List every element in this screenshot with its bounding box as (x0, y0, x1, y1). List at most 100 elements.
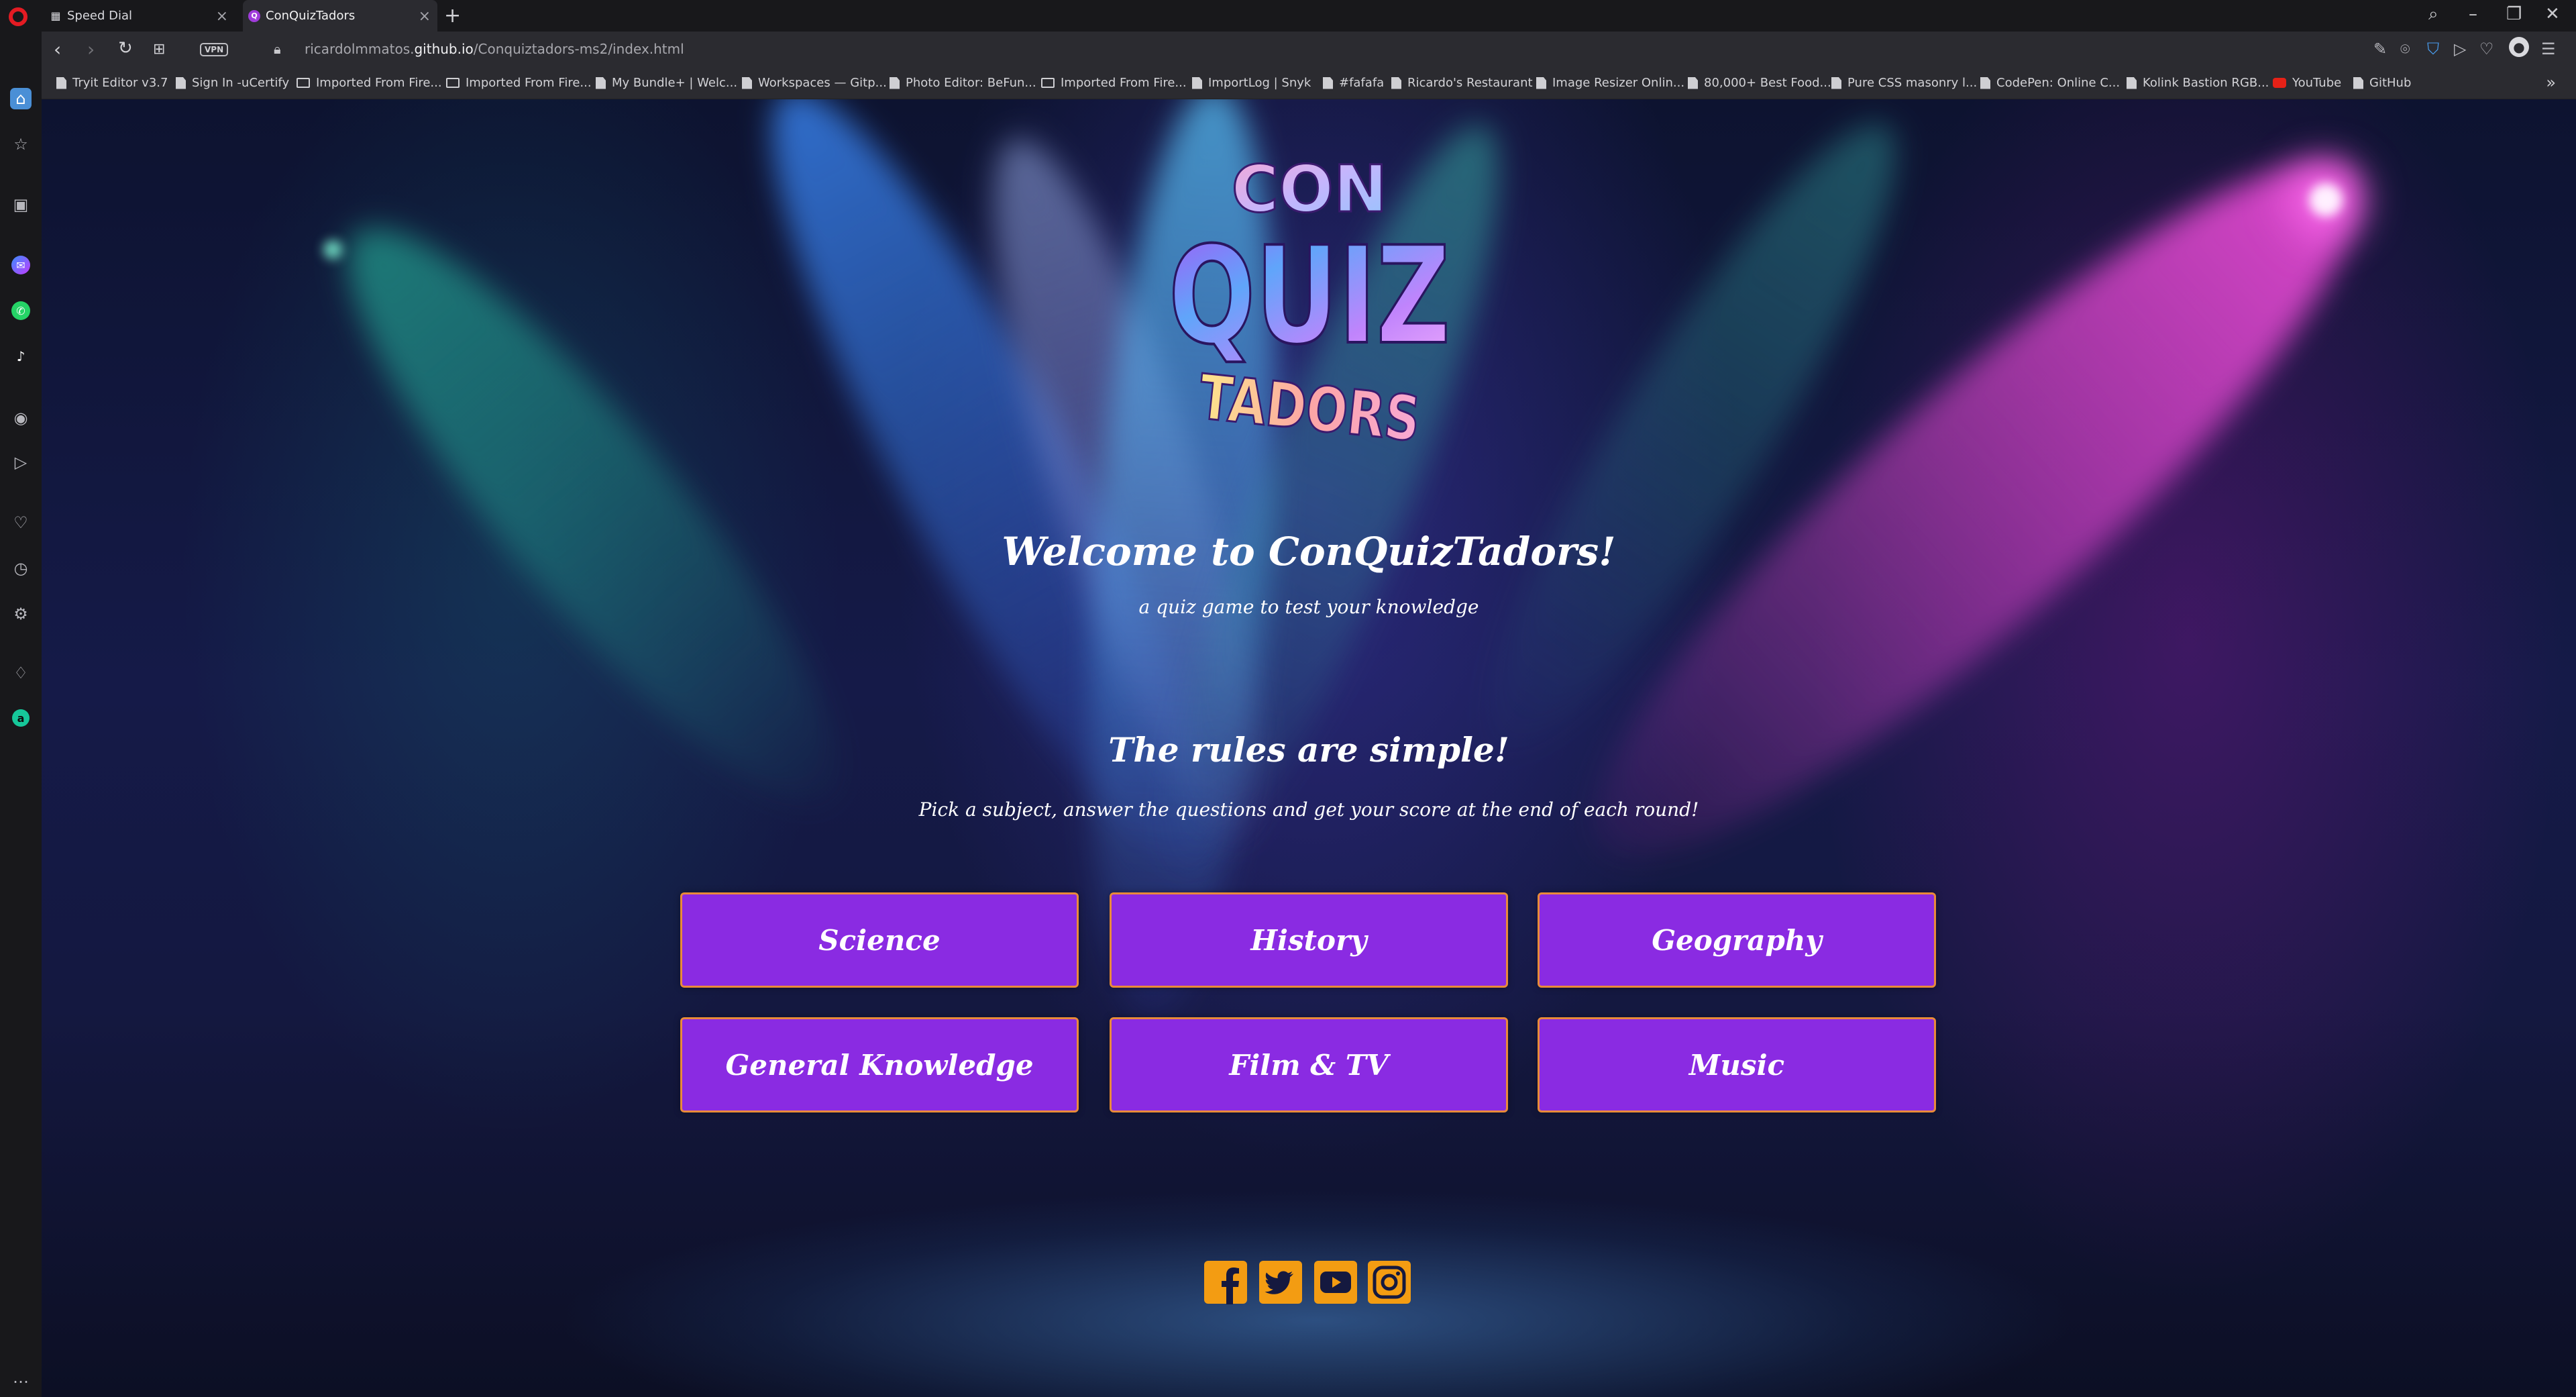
back-icon[interactable]: ‹ (54, 38, 61, 60)
bookmark-item[interactable]: GitHub (2353, 76, 2411, 90)
heart-icon[interactable]: ♡ (2479, 40, 2494, 58)
subject-button-general-knowledge[interactable]: General Knowledge (680, 1017, 1079, 1113)
tab-bar: ▦ Speed Dial × Q ConQuizTadors × + ⌕ – ❐… (0, 0, 2576, 32)
send-icon[interactable]: ▷ (2454, 40, 2466, 58)
bookmark-item[interactable]: Kolink Bastion RGB... (2127, 76, 2269, 90)
search-tabs-icon[interactable]: ⌕ (2428, 4, 2438, 25)
send-icon[interactable]: ▷ (10, 452, 32, 473)
bookmark-item[interactable]: YouTube (2273, 76, 2341, 90)
close-tab-icon[interactable]: × (216, 8, 228, 25)
sidebar: ⌂ ☆ ▣ ✉ ✆ ♪ ◉ ▷ ♡ ◷ ⚙ ♢ a … (0, 32, 42, 1397)
twitter-icon[interactable] (1258, 1260, 1303, 1304)
rules-text: Pick a subject, answer the questions and… (918, 798, 1699, 821)
home-icon[interactable]: ⌂ (10, 88, 32, 109)
bookmark-item[interactable]: Photo Editor: BeFun... (890, 76, 1036, 90)
bookmark-item[interactable]: My Bundle+ | Welc... (596, 76, 737, 90)
tab-title: ConQuizTadors (266, 9, 356, 23)
camera-icon[interactable]: ⌾ (2400, 40, 2410, 58)
subject-button-history[interactable]: History (1110, 892, 1508, 988)
page-icon (1391, 76, 1401, 89)
forward-icon[interactable]: › (87, 38, 95, 60)
page-icon (1831, 76, 1841, 89)
folder-icon (446, 78, 460, 88)
shield-icon[interactable]: ⛉ (2427, 40, 2439, 58)
settings-icon[interactable]: ⚙ (10, 603, 32, 625)
subject-button-science[interactable]: Science (680, 892, 1079, 988)
close-window-button[interactable]: ✕ (2545, 4, 2560, 24)
bookmark-folder[interactable]: Imported From Fire... (446, 76, 592, 90)
bookmark-item[interactable]: Ricardo's Restaurant (1391, 76, 1533, 90)
subject-button-music[interactable]: Music (1538, 1017, 1936, 1113)
edit-icon[interactable]: ✎ (2373, 40, 2387, 58)
close-tab-icon[interactable]: × (419, 8, 431, 25)
bookmark-item[interactable]: 80,000+ Best Food... (1688, 76, 1831, 90)
folder-icon (297, 78, 310, 88)
logo-text-quiz: QUIZ (1169, 218, 1450, 374)
page-icon (2127, 76, 2137, 89)
page-icon (2353, 76, 2363, 89)
minimize-button[interactable]: – (2469, 4, 2477, 24)
page-icon (890, 76, 900, 89)
tab-conquiztadors[interactable]: Q ConQuizTadors × (243, 0, 437, 32)
more-bookmarks-icon[interactable]: » (2546, 73, 2556, 92)
grid-icon: ▦ (50, 9, 61, 22)
tab-title: Speed Dial (67, 9, 133, 23)
page-icon (176, 76, 186, 89)
youtube-icon[interactable] (1313, 1260, 1358, 1304)
heart-icon[interactable]: ♡ (10, 512, 32, 533)
bookmark-item[interactable]: Tryit Editor v3.7 (56, 76, 168, 90)
vpn-badge[interactable]: VPN (200, 43, 229, 56)
page-icon (1323, 76, 1333, 89)
page-icon (1536, 76, 1546, 89)
opera-menu-icon[interactable] (9, 7, 28, 26)
bookmark-item[interactable]: ImportLog | Snyk (1192, 76, 1311, 90)
instagram-icon[interactable] (1367, 1260, 1411, 1304)
page-icon (1192, 76, 1202, 89)
page-icon (1688, 76, 1698, 89)
facebook-icon[interactable] (1203, 1260, 1248, 1304)
whatsapp-icon[interactable]: ✆ (11, 301, 30, 320)
more-icon[interactable]: … (10, 1367, 32, 1388)
quiz-home-page: CON QUIZ TADORS Welcome to ConQuizTadors… (42, 99, 2576, 1397)
wallet-icon[interactable]: ▣ (10, 194, 32, 215)
history-icon[interactable]: ◷ (10, 558, 32, 579)
tabs-overview-icon[interactable]: ⊞ (153, 41, 165, 58)
bookmarks-bar: Tryit Editor v3.7 Sign In -uCertify Impo… (42, 68, 2576, 99)
lock-icon[interactable]: 🔒︎ (274, 41, 281, 57)
reload-icon[interactable]: ↻ (118, 38, 133, 58)
bookmark-item[interactable]: Pure CSS masonry l... (1831, 76, 1977, 90)
page-icon (1980, 76, 1990, 89)
youtube-icon (2273, 78, 2286, 88)
profile-icon[interactable]: ● (2509, 37, 2529, 57)
bookmark-item[interactable]: CodePen: Online C... (1980, 76, 2120, 90)
bookmark-item[interactable]: #fafafa (1323, 76, 1384, 90)
bookmark-item[interactable]: Image Resizer Onlin... (1536, 76, 1684, 90)
bookmark-folder[interactable]: Imported From Fire... (1041, 76, 1187, 90)
subject-button-film-tv[interactable]: Film & TV (1110, 1017, 1508, 1113)
bookmark-folder[interactable]: Imported From Fire... (297, 76, 442, 90)
restore-button[interactable]: ❐ (2506, 4, 2522, 24)
easy-setup-icon[interactable]: ☰ (2541, 40, 2556, 58)
star-icon[interactable]: ☆ (10, 134, 32, 155)
url-field[interactable]: ricardolmmatos.github.io/Conquiztadors-m… (305, 41, 684, 57)
conquiztadors-logo: CON QUIZ TADORS (1167, 151, 1452, 457)
rules-title: The rules are simple! (1108, 730, 1509, 770)
folder-icon (1041, 78, 1055, 88)
logo-text-tadors: TADORS (1195, 361, 1423, 456)
tab-speed-dial[interactable]: ▦ Speed Dial × (46, 0, 235, 32)
page-icon (596, 76, 606, 89)
welcome-subtitle: a quiz game to test your knowledge (1138, 596, 1479, 618)
new-tab-button[interactable]: + (444, 4, 461, 28)
address-bar: ‹ › ↻ ⊞ VPN 🔒︎ ricardolmmatos.github.io/… (42, 32, 2576, 68)
bookmark-item[interactable]: Workspaces — Gitp... (742, 76, 887, 90)
page-icon (742, 76, 752, 89)
player-icon[interactable]: ◉ (10, 407, 32, 429)
lightbulb-icon[interactable]: ♢ (10, 662, 32, 684)
tiktok-icon[interactable]: ♪ (10, 346, 32, 367)
bookmark-item[interactable]: Sign In -uCertify (176, 76, 289, 90)
aria-icon[interactable]: a (12, 709, 30, 727)
messenger-icon[interactable]: ✉ (11, 256, 30, 274)
subject-button-geography[interactable]: Geography (1538, 892, 1936, 988)
quiz-favicon: Q (248, 9, 260, 22)
welcome-title: Welcome to ConQuizTadors! (1002, 529, 1616, 574)
